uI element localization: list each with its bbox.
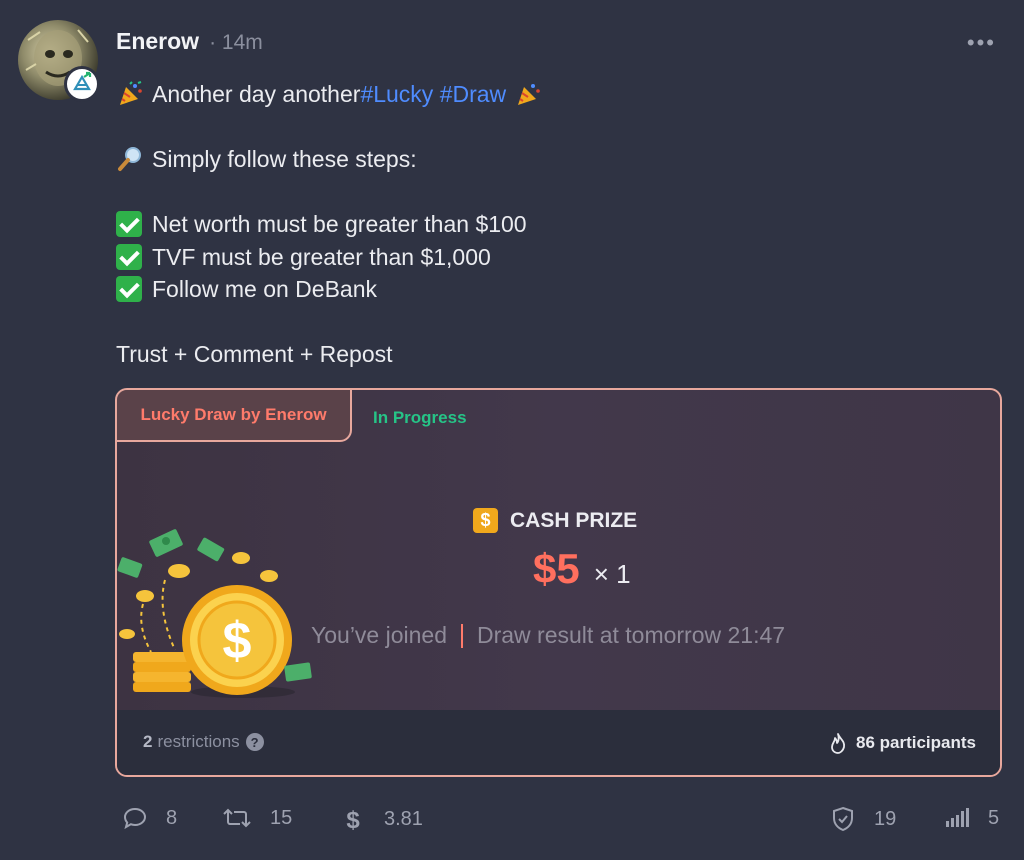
tip-button[interactable]: $ 3.81: [340, 806, 423, 832]
post-time: · 14m: [209, 31, 263, 54]
step-item: Follow me on DeBank: [116, 273, 996, 306]
author-line: Enerow · 14m: [116, 28, 263, 55]
lucky-draw-card[interactable]: Lucky Draw by Enerow In Progress $ $ CAS…: [115, 388, 1002, 777]
post: Enerow · 14m ••• Another day another #Lu…: [0, 0, 1024, 860]
joined-line: You’ve joined Draw result at tomorrow 21…: [311, 622, 785, 649]
steps-intro-line: Simply follow these steps:: [116, 143, 996, 176]
comment-icon: [123, 807, 147, 830]
card-tab: Lucky Draw by Enerow: [117, 390, 352, 442]
repost-icon: [223, 808, 251, 828]
dollar-icon: $: [473, 508, 498, 533]
comment-count: 8: [166, 806, 178, 829]
prize-amount: $5 × 1: [533, 545, 631, 593]
prize-value: $5: [533, 545, 580, 592]
step-item: TVF must be greater than $1,000: [116, 241, 996, 274]
party-popper-icon: [116, 81, 144, 107]
hashtag-lucky[interactable]: #Lucky: [360, 78, 433, 111]
participants-text: 86 participants: [856, 733, 976, 752]
repost-button[interactable]: 15: [222, 806, 292, 830]
participants-count: 86 participants: [828, 732, 976, 754]
post-content: Another day another #Lucky #Draw Simply …: [116, 78, 996, 371]
intro-line: Another day another #Lucky #Draw: [116, 78, 996, 111]
intro-text: Another day another: [152, 81, 361, 107]
repost-count: 15: [270, 806, 293, 829]
prize-multiplier: × 1: [593, 559, 631, 589]
joined-status: You’ve joined: [311, 622, 447, 648]
status-badge: In Progress: [373, 408, 467, 427]
svg-text:$: $: [223, 612, 252, 670]
check-icon: [116, 211, 142, 238]
trust-button[interactable]: 19: [830, 806, 896, 832]
views-stat: 5: [944, 806, 999, 830]
author-name[interactable]: Enerow: [116, 28, 199, 55]
help-icon[interactable]: ?: [245, 733, 264, 751]
card-footer: 2 restrictions ? 86 participants: [117, 710, 1000, 775]
steps-intro: Simply follow these steps:: [152, 146, 417, 172]
comment-button[interactable]: 8: [122, 806, 177, 830]
draw-time: Draw result at tomorrow 21:47: [477, 622, 786, 648]
closing-line: Trust + Comment + Repost: [116, 341, 393, 367]
verified-badge-icon: [64, 66, 100, 102]
shield-icon: [833, 806, 853, 832]
hashtag-draw[interactable]: #Draw: [440, 78, 506, 111]
views-count: 5: [988, 806, 1000, 829]
tip-amount: 3.81: [384, 807, 423, 830]
prize-title: $ CASH PRIZE: [473, 508, 637, 533]
check-icon: [116, 276, 142, 303]
coins-illustration: $: [117, 529, 312, 698]
step-text: Net worth must be greater than $100: [152, 211, 527, 237]
signal-icon: [946, 808, 969, 827]
magnifier-icon: [116, 146, 144, 172]
tip-icon: $: [346, 807, 360, 832]
svg-text:$: $: [346, 807, 360, 832]
post-actions: 8 15 $ 3.81 19 5: [0, 800, 1024, 840]
prize-title-text: CASH PRIZE: [510, 508, 638, 532]
more-icon[interactable]: •••: [967, 30, 996, 56]
step-text: TVF must be greater than $1,000: [152, 243, 491, 270]
step-text: Follow me on DeBank: [152, 276, 377, 302]
restrictions-count: 2: [143, 732, 153, 751]
restrictions-button[interactable]: 2 restrictions ?: [143, 732, 264, 752]
check-icon: [116, 243, 142, 270]
restrictions-label: restrictions: [157, 732, 240, 751]
step-item: Net worth must be greater than $100: [116, 208, 996, 241]
party-popper-icon: [514, 81, 542, 107]
trust-count: 19: [874, 807, 897, 830]
fire-icon: [831, 733, 846, 754]
divider: [461, 623, 463, 648]
